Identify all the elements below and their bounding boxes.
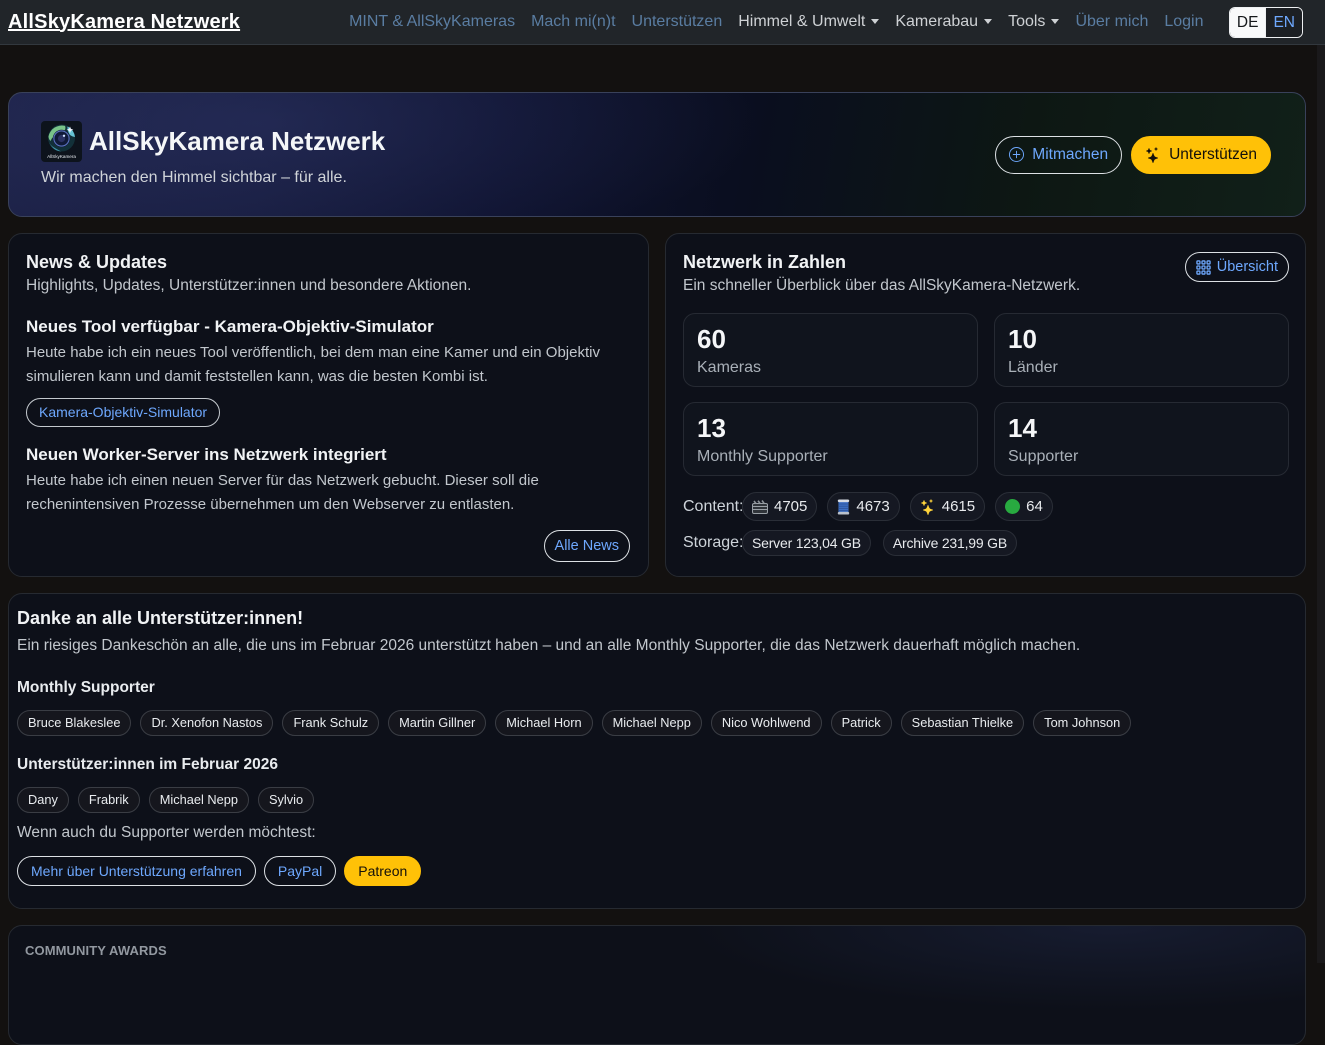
svg-text:AllSkyKamera: AllSkyKamera: [47, 154, 76, 159]
